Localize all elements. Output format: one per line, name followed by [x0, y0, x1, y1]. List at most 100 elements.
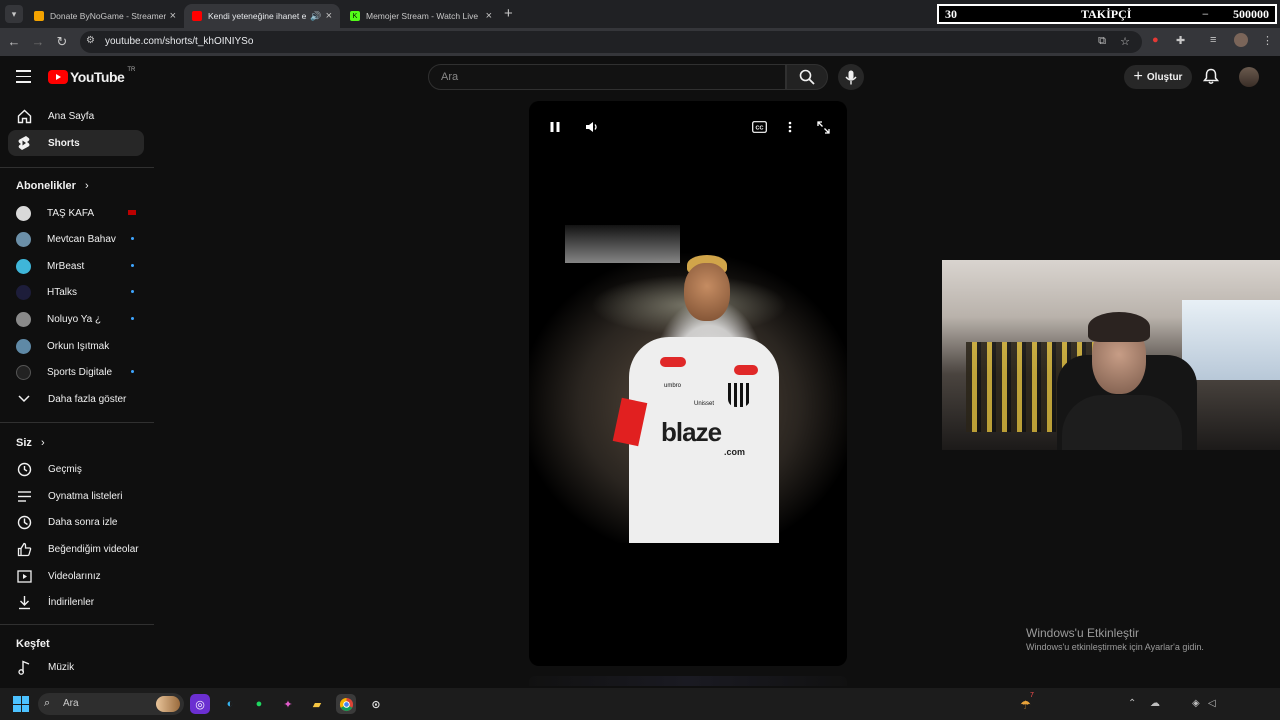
sidebar-item-label: Oynatma listeleri [48, 490, 123, 502]
voice-search-button[interactable] [838, 64, 864, 90]
you-heading[interactable]: Siz › [16, 437, 45, 449]
shorts-icon [16, 135, 32, 151]
sidebar-item-shorts[interactable]: Shorts [8, 130, 144, 156]
search-input[interactable]: Ara [428, 64, 786, 90]
close-tab-icon[interactable]: × [326, 10, 332, 22]
browser-tab-kick[interactable]: K Memojer Stream - Watch Live × [342, 4, 500, 28]
guide-menu-icon[interactable] [16, 70, 31, 87]
copilot-icon[interactable]: ✦ [278, 694, 298, 714]
install-app-icon[interactable]: ⧉ [1098, 35, 1106, 48]
new-content-dot-icon [131, 317, 134, 320]
sidebar-item-downloads[interactable]: İndirilenler [8, 589, 144, 615]
chrome-menu-icon[interactable]: ⋮ [1262, 34, 1273, 47]
extensions-puzzle-icon[interactable]: ✚ [1176, 34, 1185, 47]
sidebar-channel-htalks[interactable]: HTalks [8, 279, 144, 305]
browser-tab-donate[interactable]: Donate ByNoGame - Streamer × [26, 4, 184, 28]
new-content-dot-icon [131, 290, 134, 293]
close-tab-icon[interactable]: × [170, 10, 176, 22]
sidebar-channel-mrbeast[interactable]: MrBeast [8, 253, 144, 279]
notifications-button[interactable] [1202, 68, 1220, 88]
sidebar-channel-orkun[interactable]: Orkun Işıtmak [8, 333, 144, 359]
sidebar-item-home[interactable]: Ana Sayfa [8, 103, 144, 129]
forward-icon[interactable]: → [30, 34, 46, 49]
more-options-icon[interactable] [788, 121, 792, 136]
chevron-right-icon: › [40, 437, 45, 449]
jersey-sponsor-badge [734, 365, 758, 375]
pause-icon[interactable] [549, 121, 561, 136]
sidebar-item-music[interactable]: Müzik [8, 654, 144, 680]
sidebar-divider [0, 422, 154, 423]
bell-icon [1202, 68, 1220, 84]
channel-name: Mevtcan Bahav [47, 233, 116, 245]
captions-icon[interactable]: CC [752, 121, 767, 136]
address-bar[interactable]: ⚙ youtube.com/shorts/t_khOINIYSo ⧉ ☆ [80, 31, 1142, 53]
follower-goal: 500000 [1233, 6, 1269, 21]
chrome-icon[interactable] [336, 694, 356, 714]
sidebar-channel-sports-digitale[interactable]: Sports Digitale [8, 359, 144, 385]
tray-overflow-icon[interactable]: ⌃ [1128, 698, 1136, 709]
app-icon-purple[interactable]: ◎ [190, 694, 210, 714]
shorts-player[interactable]: CC umbro Unisset blaze .com [529, 101, 847, 666]
weather-icon[interactable]: ☂ [1020, 698, 1031, 712]
tab-title: Memojer Stream - Watch Live [366, 11, 479, 21]
subscriptions-heading[interactable]: Abonelikler › [16, 180, 89, 192]
volume-icon[interactable] [585, 121, 599, 136]
sidebar-item-liked-videos[interactable]: Beğendiğim videolar [8, 536, 144, 562]
streamer-body [1062, 395, 1182, 450]
sidebar-item-label: Videolarınız [48, 570, 101, 582]
follower-count: 30 [945, 6, 957, 21]
background-monitor [1182, 300, 1280, 380]
reading-list-icon[interactable]: ≡ [1210, 34, 1216, 46]
edge-icon[interactable]: ◐ [220, 694, 240, 714]
liked-icon [16, 541, 32, 557]
youtube-play-icon [48, 70, 68, 84]
jersey-sponsor-text: umbro [664, 383, 682, 389]
close-tab-icon[interactable]: × [486, 10, 492, 22]
notification-badge: 7 [1030, 692, 1034, 699]
sidebar-channel-noluyo-ya[interactable]: Noluyo Ya ¿ [8, 306, 144, 332]
account-avatar[interactable] [1239, 67, 1259, 87]
browser-tab-bar: ▾ Donate ByNoGame - Streamer × Kendi yet… [0, 0, 1280, 28]
activation-title: Windows'u Etkinleştir [1026, 626, 1139, 640]
browser-tab-youtube[interactable]: Kendi yeteneğine ihanet ed 🔊 × [184, 4, 340, 28]
network-icon[interactable]: ☁ [1150, 698, 1160, 709]
sidebar-item-playlists[interactable]: Oynatma listeleri [8, 483, 144, 509]
sidebar-channel-tas-kafa[interactable]: TAŞ KAFA [8, 200, 144, 226]
next-short-preview[interactable] [529, 676, 847, 686]
url-text[interactable]: youtube.com/shorts/t_khOINIYSo [105, 36, 253, 47]
create-button[interactable]: + Oluştur [1124, 65, 1192, 89]
new-tab-button[interactable]: + [504, 5, 513, 22]
sidebar-channel-mevtcan[interactable]: Mevtcan Bahav [8, 226, 144, 252]
sidebar-item-your-videos[interactable]: Videolarınız [8, 563, 144, 589]
reload-icon[interactable]: ↻ [54, 34, 70, 50]
taskbar-search[interactable]: ⌕ Ara [38, 693, 184, 715]
file-explorer-icon[interactable]: ▰ [307, 694, 327, 714]
fullscreen-icon[interactable] [817, 121, 830, 137]
browser-toolbar: ← → ↻ ⚙ youtube.com/shorts/t_khOINIYSo ⧉… [0, 28, 1280, 56]
sidebar-item-label: Beğendiğim videolar [48, 543, 139, 555]
tab-search-button[interactable]: ▾ [5, 5, 23, 23]
profile-avatar[interactable] [1234, 33, 1248, 47]
sidebar-divider [0, 167, 154, 168]
sidebar-item-history[interactable]: Geçmiş [8, 456, 144, 482]
show-more-button[interactable]: Daha fazla göster [8, 386, 144, 412]
new-content-dot-icon [131, 264, 134, 267]
windows-start-icon[interactable] [13, 696, 29, 712]
obs-icon[interactable]: ⊙ [366, 694, 386, 714]
youtube-logo[interactable]: YouTube TR [48, 67, 135, 85]
spotify-icon[interactable]: ● [249, 694, 269, 714]
sidebar-item-label: Müzik [48, 661, 75, 673]
player-face [684, 263, 730, 321]
volume-tray-icon[interactable]: ◁ [1208, 698, 1216, 709]
new-content-dot-icon [131, 370, 134, 373]
windows-taskbar: ⌕ Ara ◎ ◐ ● ✦ ▰ ⊙ ☂ 7 ⌃ ☁ ◈ ◁ [0, 688, 1280, 720]
extension-icon[interactable]: ● [1152, 34, 1159, 46]
wifi-icon[interactable]: ◈ [1192, 698, 1200, 709]
bookmark-star-icon[interactable]: ☆ [1120, 35, 1130, 48]
sidebar-item-label: İndirilenler [48, 596, 95, 608]
sidebar-item-watch-later[interactable]: Daha sonra izle [8, 509, 144, 535]
search-button[interactable] [786, 64, 828, 90]
site-info-icon[interactable]: ⚙ [86, 35, 95, 46]
back-icon[interactable]: ← [6, 34, 22, 49]
speaker-icon[interactable]: 🔊 [310, 11, 321, 22]
